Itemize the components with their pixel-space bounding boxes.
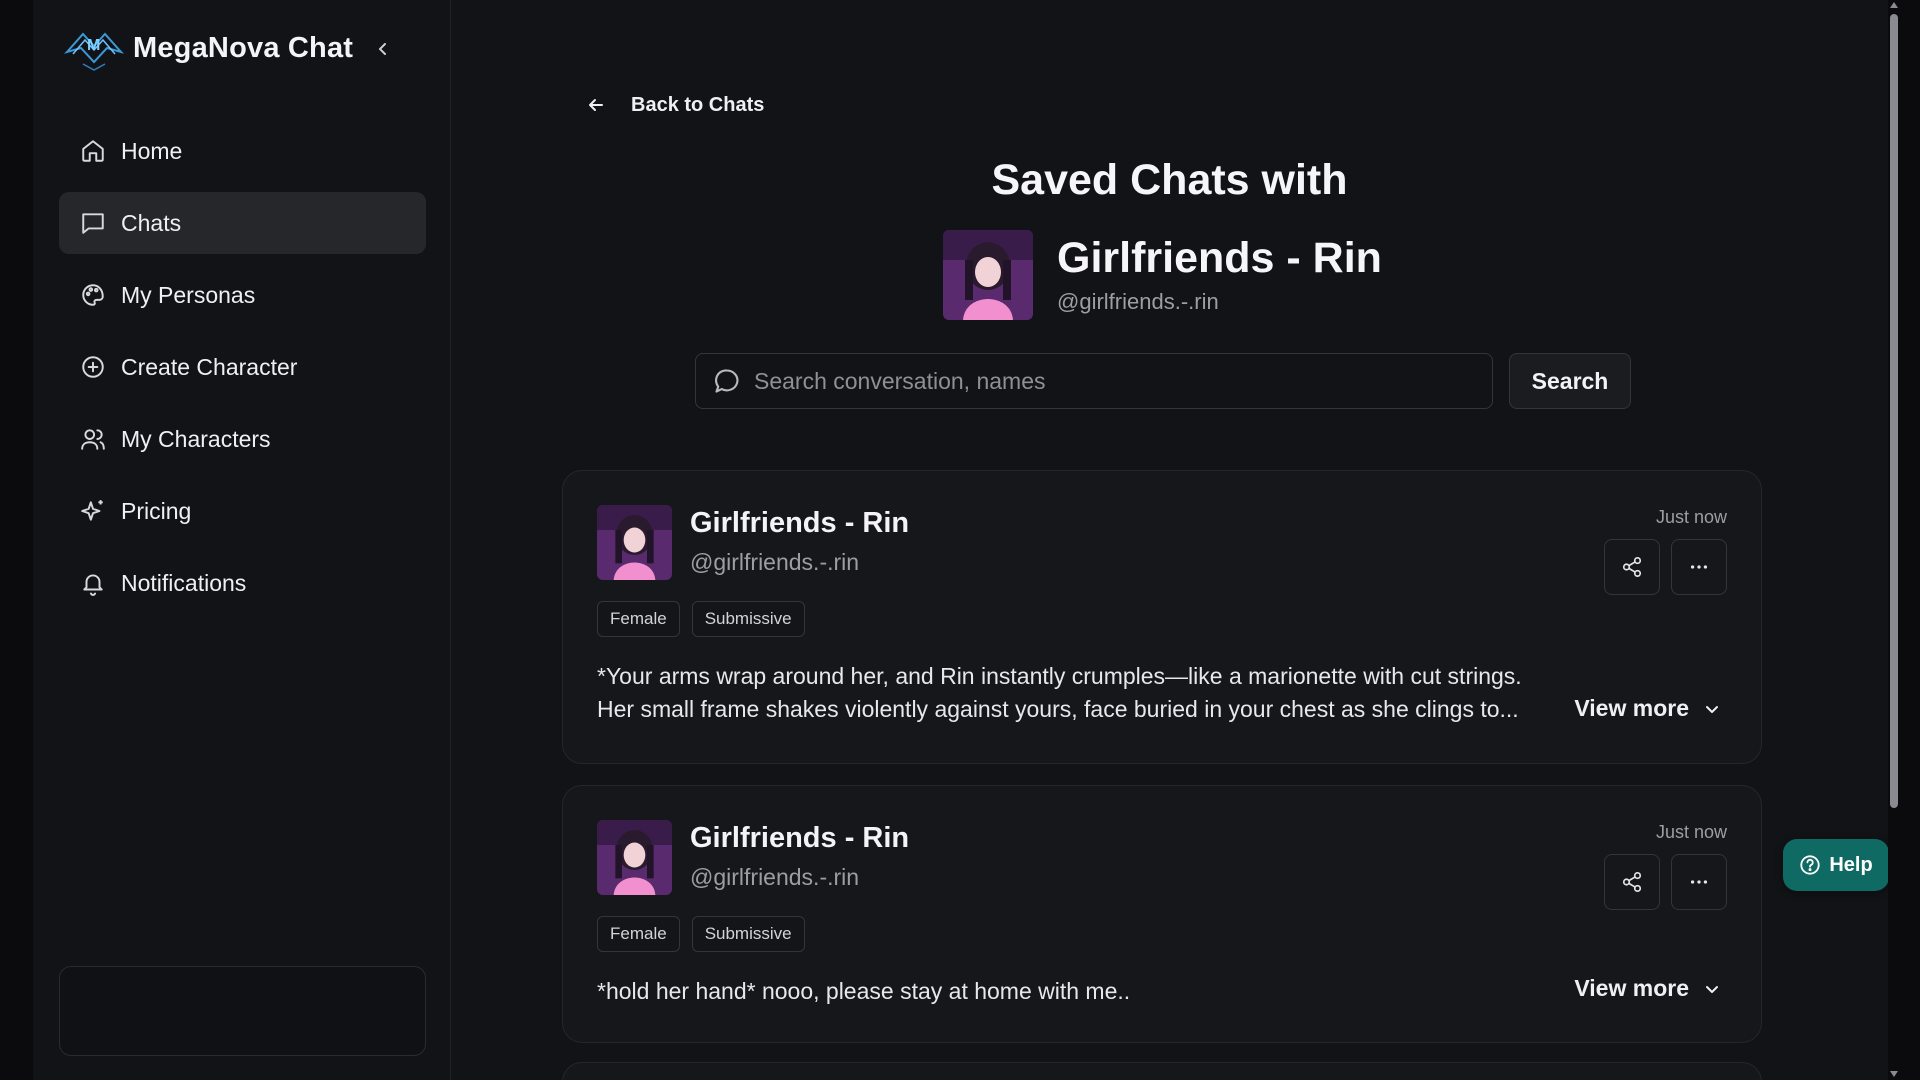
sidebar-item-chats[interactable]: Chats [59,192,426,254]
svg-text:M: M [87,37,100,54]
sidebar-footer-panel [59,966,426,1056]
sidebar-item-my-personas[interactable]: My Personas [59,264,426,326]
help-circle-icon [1799,854,1821,876]
sidebar-item-label: My Personas [121,281,256,308]
character-meta: Girlfriends - Rin @girlfriends.-.rin [1057,235,1382,314]
chat-timestamp: Just now [1655,507,1727,527]
brand[interactable]: M MegaNova Chat [63,22,353,74]
users-icon [79,425,107,453]
page-scrollbar[interactable] [1888,0,1900,1080]
share-button[interactable] [1604,539,1660,595]
chat-preview-line: *hold her hand* nooo, please stay at hom… [597,978,1131,1004]
help-label: Help [1829,853,1873,876]
tag-list: Female Submissive [597,601,805,637]
back-to-chats-label: Back to Chats [631,93,765,116]
chat-character-name: Girlfriends - Rin [690,822,910,854]
sidebar-item-label: Notifications [121,569,247,596]
chat-avatar [597,820,672,895]
character-name: Girlfriends - Rin [1057,234,1382,283]
chat-character-handle: @girlfriends.-.rin [690,549,860,575]
character-header: Girlfriends - Rin @girlfriends.-.rin [943,230,1382,320]
chat-preview-line: *Your arms wrap around her, and Rin inst… [597,663,1522,689]
main-content: Back to Chats Saved Chats with Girlfrien… [451,0,1888,1080]
plus-circle-icon [79,353,107,381]
sidebar-item-label: Chats [121,209,182,236]
sidebar-item-pricing[interactable]: Pricing [59,480,426,542]
chevron-left-icon [379,43,386,55]
collapse-sidebar-button[interactable] [368,34,398,64]
view-more-button[interactable]: View more [1574,695,1723,722]
character-handle: @girlfriends.-.rin [1057,288,1219,314]
view-more-button[interactable]: View more [1574,975,1723,1002]
share-icon [1622,557,1642,577]
share-icon [1622,872,1642,892]
chevron-down-icon [1701,978,1723,1000]
chat-character-handle: @girlfriends.-.rin [690,864,860,890]
chat-preview-line: Her small frame shakes violently against… [597,696,1519,722]
more-options-button[interactable] [1671,539,1727,595]
saved-chat-card[interactable]: Girlfriends - Rin @girlfriends.-.rin Jus… [562,470,1762,764]
chat-avatar [597,505,672,580]
sidebar-item-label: Home [121,137,183,164]
chat-bubble-icon [79,209,107,237]
help-button[interactable]: Help [1783,839,1889,891]
tag-list: Female Submissive [597,916,805,952]
more-options-button[interactable] [1671,854,1727,910]
tag: Submissive [691,601,805,637]
meganova-logo-icon: M [63,32,125,71]
view-more-label: View more [1574,975,1689,1001]
sidebar-item-label: Create Character [121,353,298,380]
search-input[interactable] [754,367,1492,395]
chat-bubble-search-icon [712,366,742,396]
saved-chat-card[interactable]: Girlfriends - Rin @girlfriends.-.rin Jus… [562,785,1762,1043]
arrow-left-icon [583,92,609,118]
view-more-label: View more [1574,695,1689,721]
sparkles-icon [79,497,107,525]
more-horizontal-icon [1690,880,1708,884]
sidebar-item-home[interactable]: Home [59,120,426,182]
sidebar-item-my-characters[interactable]: My Characters [59,408,426,470]
sidebar-item-label: Pricing [121,497,192,524]
bell-icon [79,569,107,597]
sidebar: M MegaNova Chat Home Chats My Personas C… [33,0,451,1080]
more-horizontal-icon [1690,565,1708,569]
share-button[interactable] [1604,854,1660,910]
app-name: MegaNova Chat [133,31,354,64]
tag: Female [597,601,680,637]
tag: Female [597,916,680,952]
scrollbar-thumb[interactable] [1890,14,1898,808]
palette-icon [79,281,107,309]
chat-character-name: Girlfriends - Rin [690,507,910,539]
chevron-down-icon [1701,698,1723,720]
app-window: M MegaNova Chat Home Chats My Personas C… [33,0,1889,1080]
sidebar-item-label: My Characters [121,425,271,452]
scroll-down-arrow-icon[interactable] [1890,1071,1898,1077]
search-button[interactable]: Search [1509,353,1631,409]
back-to-chats-link[interactable]: Back to Chats [583,92,764,118]
sidebar-nav: Home Chats My Personas Create Character [59,120,426,624]
saved-chat-card-partial[interactable] [562,1062,1762,1080]
scroll-up-arrow-icon[interactable] [1890,2,1898,8]
character-avatar [943,230,1033,320]
page-title: Saved Chats with [991,156,1348,204]
chat-timestamp: Just now [1655,822,1727,842]
tag: Submissive [691,916,805,952]
sidebar-item-create-character[interactable]: Create Character [59,336,426,398]
search-box [695,353,1493,409]
home-icon [79,137,107,165]
sidebar-item-notifications[interactable]: Notifications [59,552,426,614]
